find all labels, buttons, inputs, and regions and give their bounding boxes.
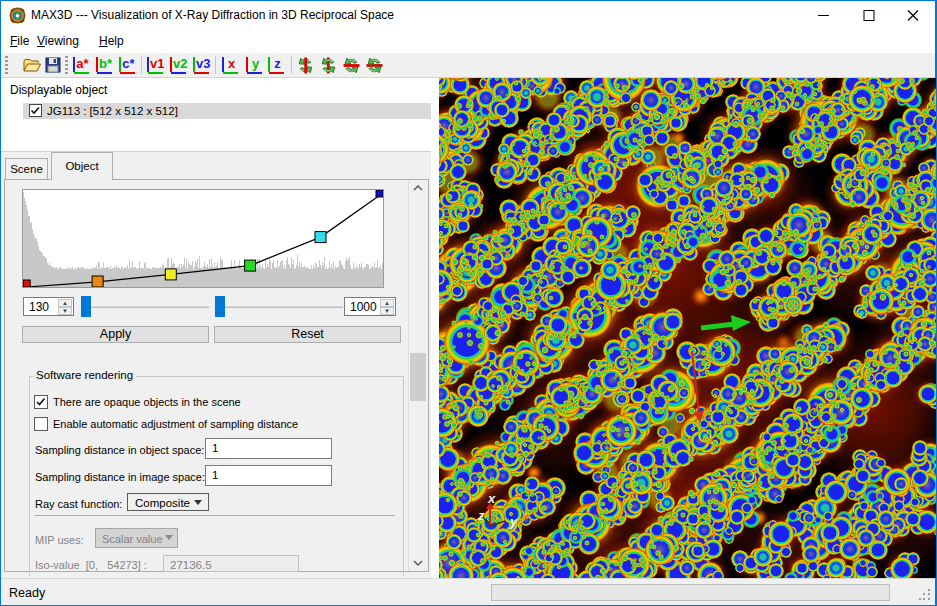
- svg-text:y: y: [509, 514, 518, 529]
- svg-text:z: z: [477, 508, 485, 523]
- svg-text:x: x: [487, 491, 496, 506]
